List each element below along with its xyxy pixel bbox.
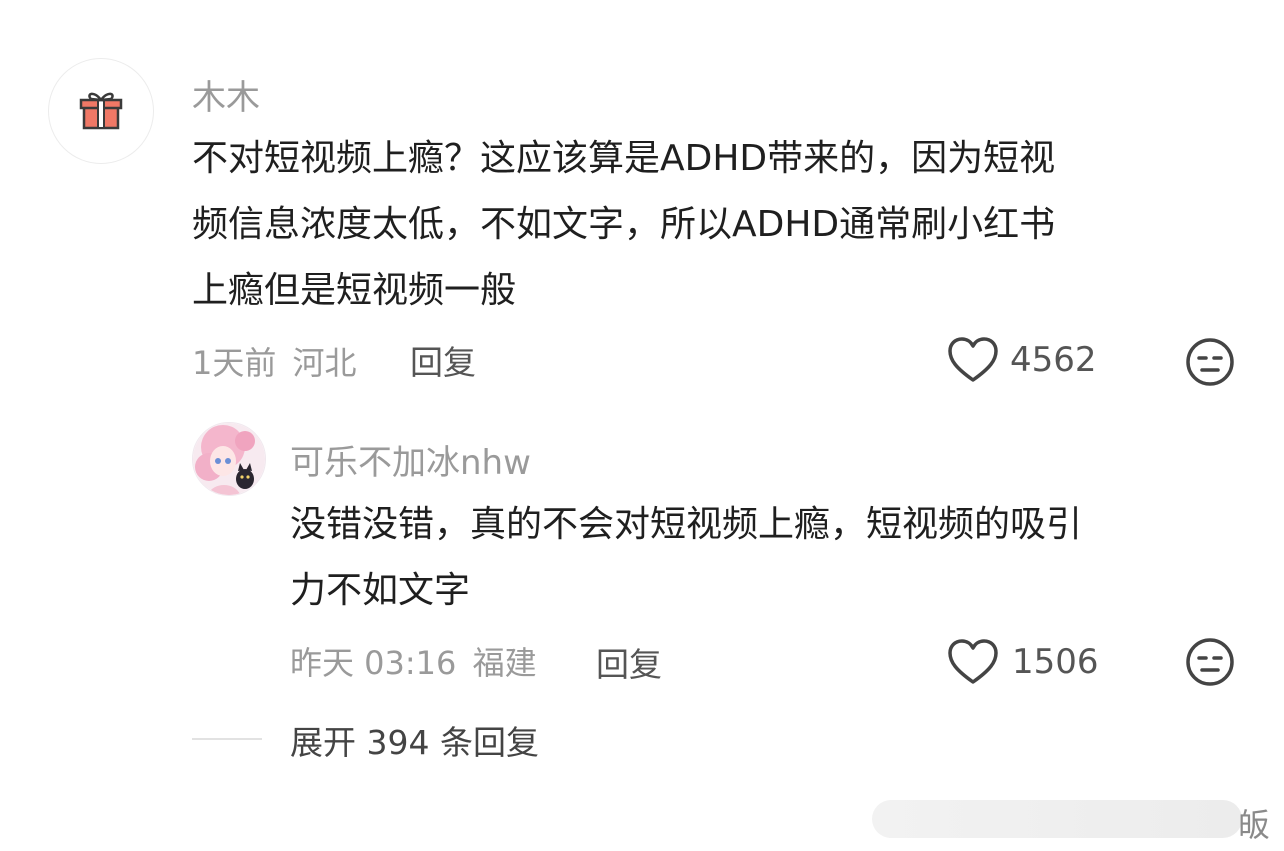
comment-time: 1天前 <box>192 344 277 382</box>
reply-reply-button[interactable]: 回复 <box>596 638 662 686</box>
comment-username[interactable]: 木木 <box>192 70 260 119</box>
gift-icon <box>79 92 123 130</box>
reply-username[interactable]: 可乐不加冰nhw <box>290 435 531 484</box>
neutral-face-icon <box>1186 638 1234 686</box>
reply-content: 没错没错，真的不会对短视频上瘾，短视频的吸引 力不如文字 <box>290 492 1220 624</box>
anime-girl-avatar <box>193 423 265 495</box>
reply-like-button[interactable] <box>946 636 1000 694</box>
like-button[interactable] <box>946 334 1000 392</box>
reply-time: 昨天 03:16 <box>290 644 457 682</box>
reply-dislike-button[interactable] <box>1184 636 1236 692</box>
user-avatar[interactable] <box>48 58 154 164</box>
heart-icon <box>948 639 998 684</box>
expand-replies-button[interactable]: 展开 394 条回复 <box>290 716 539 764</box>
watermark-bar <box>872 800 1242 838</box>
comment-line: 频信息浓度太低，不如文字，所以ADHD通常刷小红书 <box>192 204 1056 245</box>
expand-divider <box>192 738 262 740</box>
reply-user-avatar[interactable] <box>192 422 266 496</box>
comment-meta: 1天前 河北 <box>192 338 357 384</box>
reply-location: 福建 <box>472 644 537 682</box>
heart-icon <box>948 337 998 382</box>
dislike-button[interactable] <box>1184 336 1236 392</box>
comment-location: 河北 <box>292 344 357 382</box>
reply-meta: 昨天 03:16 福建 <box>290 638 537 684</box>
reply-line: 没错没错，真的不会对短视频上瘾，短视频的吸引 <box>290 504 1083 545</box>
reply-line: 力不如文字 <box>290 570 471 611</box>
like-count: 4562 <box>1010 340 1097 380</box>
comment-line: 不对短视频上瘾？这应该算是ADHD带来的，因为短视 <box>192 138 1056 179</box>
reply-like-count: 1506 <box>1012 642 1099 682</box>
watermark-text: 皈 <box>1238 806 1271 844</box>
neutral-face-icon <box>1186 338 1234 386</box>
reply-button[interactable]: 回复 <box>410 336 476 384</box>
comment-line: 上瘾但是短视频一般 <box>192 270 517 311</box>
comment-content: 不对短视频上瘾？这应该算是ADHD带来的，因为短视 频信息浓度太低，不如文字，所… <box>192 126 1212 324</box>
